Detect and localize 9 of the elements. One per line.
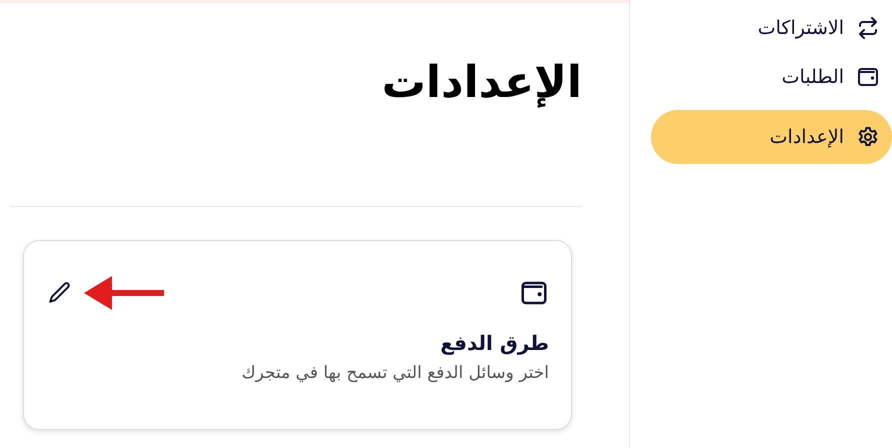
sidebar-item[interactable]: الإعدادات bbox=[651, 110, 892, 164]
settings-icon bbox=[856, 125, 880, 149]
repeat-icon bbox=[856, 16, 880, 40]
wallet-icon bbox=[856, 65, 880, 89]
page-title: الإعدادات bbox=[380, 56, 582, 110]
sidebar-item[interactable]: الطلبات bbox=[651, 61, 892, 93]
card-description: اختر وسائل الدفع التي تسمح بها في متجرك bbox=[240, 362, 549, 385]
card-title: طرق الدفع bbox=[439, 330, 549, 357]
sidebar-item[interactable]: الاشتراكات bbox=[651, 12, 892, 44]
